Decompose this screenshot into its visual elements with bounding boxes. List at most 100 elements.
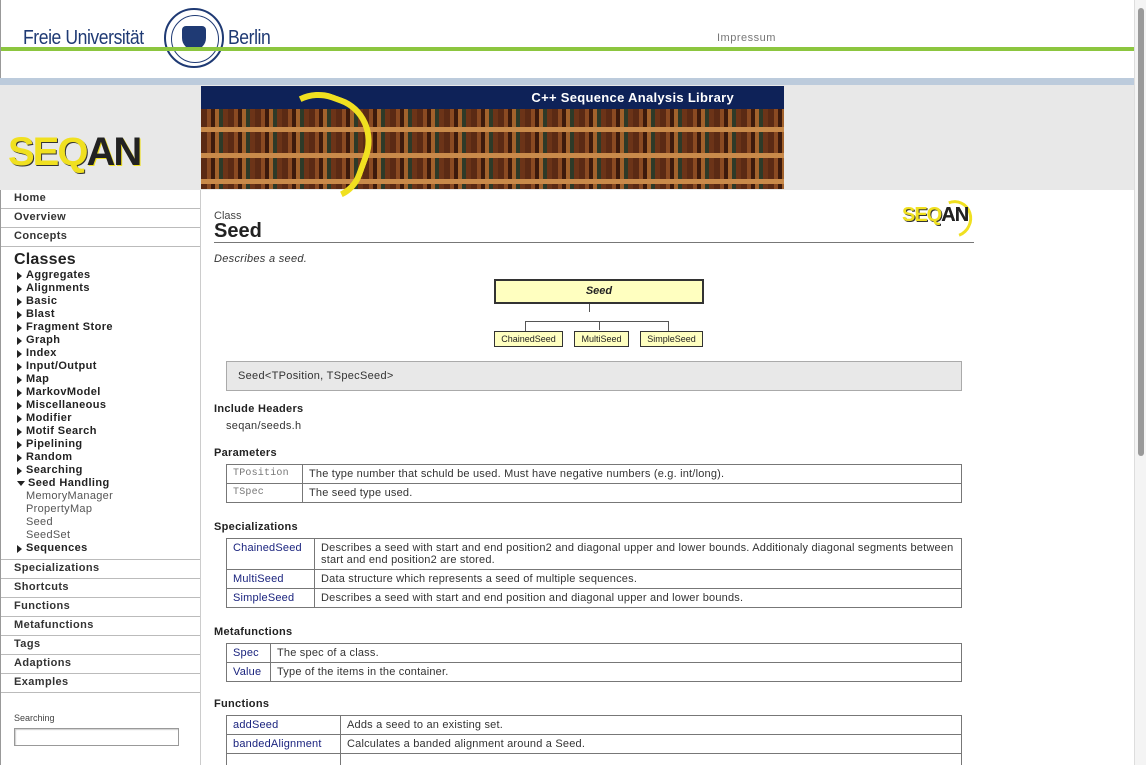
triangle-right-icon[interactable] (17, 427, 22, 436)
diagram-root-node[interactable]: Seed (494, 279, 704, 304)
class-group-basic[interactable]: Basic (1, 295, 200, 308)
vertical-scrollbar[interactable] (1134, 0, 1146, 765)
diagram-connector (525, 321, 668, 322)
table-row: TPosition The type number that schuld be… (226, 464, 962, 484)
class-group-sequences[interactable]: Sequences (1, 542, 200, 555)
triangle-right-icon[interactable] (17, 310, 22, 319)
specializations-table: ChainedSeed Describes a seed with start … (226, 538, 962, 608)
class-group-seed-handling[interactable]: Seed Handling (1, 477, 200, 490)
triangle-right-icon[interactable] (17, 362, 22, 371)
nav-item-overview[interactable]: Overview (1, 209, 200, 228)
include-header-value: seqan/seeds.h (226, 420, 302, 432)
diagram-child-simpleseed[interactable]: SimpleSeed (640, 331, 703, 347)
table-row: Spec The spec of a class. (226, 643, 962, 663)
class-group-alignments[interactable]: Alignments (1, 282, 200, 295)
function-link-bandedalignment[interactable]: bandedAlignment (226, 734, 341, 754)
seqan-logo[interactable]: SEQAN (8, 130, 142, 175)
diagram-connector (525, 321, 526, 331)
class-link-seed[interactable]: Seed (1, 516, 200, 529)
triangle-right-icon[interactable] (17, 401, 22, 410)
class-signature: Seed<TPosition, TSpecSeed> (226, 361, 962, 391)
class-group-modifier[interactable]: Modifier (1, 412, 200, 425)
metafunction-link-spec[interactable]: Spec (226, 643, 271, 663)
triangle-right-icon[interactable] (17, 271, 22, 280)
class-group-label: Blast (26, 308, 55, 320)
triangle-right-icon[interactable] (17, 453, 22, 462)
class-group-miscellaneous[interactable]: Miscellaneous (1, 399, 200, 412)
triangle-right-icon[interactable] (17, 544, 22, 553)
class-group-blast[interactable]: Blast (1, 308, 200, 321)
sidebar-nav: Home Overview Concepts Classes Aggregates A… (0, 190, 201, 765)
triangle-right-icon[interactable] (17, 297, 22, 306)
header-bottom-bar (0, 78, 1146, 85)
fu-berlin-logo[interactable]: Freie Universität Berlin (23, 6, 276, 70)
nav-item-metafunctions[interactable]: Metafunctions (1, 617, 200, 636)
parameters-table: TPosition The type number that schuld be… (226, 464, 962, 503)
class-group-label: Index (26, 347, 57, 359)
nav-item-concepts[interactable]: Concepts (1, 228, 200, 247)
triangle-right-icon[interactable] (17, 414, 22, 423)
table-row: ChainedSeed Describes a seed with start … (226, 538, 962, 570)
triangle-right-icon[interactable] (17, 388, 22, 397)
function-desc (340, 753, 962, 765)
metafunction-desc: The spec of a class. (270, 643, 962, 663)
metafunction-link-value[interactable]: Value (226, 662, 271, 682)
university-header: Freie Universität Berlin Impressum (0, 0, 1146, 78)
class-link-propertymap[interactable]: PropertyMap (1, 503, 200, 516)
nav-item-examples[interactable]: Examples (1, 674, 200, 693)
classes-heading[interactable]: Classes (1, 247, 200, 269)
spec-link-multiseed[interactable]: MultiSeed (226, 569, 315, 589)
nav-item-functions[interactable]: Functions (1, 598, 200, 617)
diagram-connector (589, 304, 590, 312)
title-divider (214, 242, 974, 243)
nav-item-adaptions[interactable]: Adaptions (1, 655, 200, 674)
param-name: TPosition (226, 464, 303, 484)
university-seal-icon (164, 8, 225, 68)
impressum-link[interactable]: Impressum (717, 32, 776, 44)
class-group-markovmodel[interactable]: MarkovModel (1, 386, 200, 399)
triangle-right-icon[interactable] (17, 336, 22, 345)
class-group-label: Random (26, 451, 73, 463)
class-group-input-output[interactable]: Input/Output (1, 360, 200, 373)
nav-item-tags[interactable]: Tags (1, 636, 200, 655)
class-group-random[interactable]: Random (1, 451, 200, 464)
table-row: TSpec The seed type used. (226, 483, 962, 503)
class-link-memorymanager[interactable]: MemoryManager (1, 490, 200, 503)
function-link[interactable] (226, 753, 341, 765)
nav-item-specializations[interactable]: Specializations (1, 560, 200, 579)
diagram-child-chainedseed[interactable]: ChainedSeed (494, 331, 563, 347)
class-group-motif-search[interactable]: Motif Search (1, 425, 200, 438)
class-group-aggregates[interactable]: Aggregates (1, 269, 200, 282)
triangle-right-icon[interactable] (17, 375, 22, 384)
class-group-label: Map (26, 373, 50, 385)
class-group-label: Sequences (26, 542, 88, 554)
class-group-pipelining[interactable]: Pipelining (1, 438, 200, 451)
triangle-right-icon[interactable] (17, 349, 22, 358)
nav-item-home[interactable]: Home (1, 190, 200, 209)
class-group-searching[interactable]: Searching (1, 464, 200, 477)
nav-item-shortcuts[interactable]: Shortcuts (1, 579, 200, 598)
triangle-right-icon[interactable] (17, 323, 22, 332)
diagram-connector (668, 321, 669, 331)
table-row: bandedAlignment Calculates a banded alig… (226, 734, 962, 754)
triangle-right-icon[interactable] (17, 284, 22, 293)
class-group-fragment-store[interactable]: Fragment Store (1, 321, 200, 334)
triangle-down-icon[interactable] (17, 481, 25, 486)
class-group-label: Searching (26, 464, 83, 476)
class-group-graph[interactable]: Graph (1, 334, 200, 347)
search-input[interactable] (14, 728, 179, 746)
metafunction-desc: Type of the items in the container. (270, 662, 962, 682)
class-group-map[interactable]: Map (1, 373, 200, 386)
scroll-thumb[interactable] (1138, 8, 1144, 456)
spec-link-simpleseed[interactable]: SimpleSeed (226, 588, 315, 608)
class-group-label: Miscellaneous (26, 399, 107, 411)
function-link-addseed[interactable]: addSeed (226, 715, 341, 735)
diagram-child-multiseed[interactable]: MultiSeed (574, 331, 629, 347)
class-group-label: MarkovModel (26, 386, 101, 398)
triangle-right-icon[interactable] (17, 466, 22, 475)
spec-desc: Data structure which represents a seed o… (314, 569, 962, 589)
triangle-right-icon[interactable] (17, 440, 22, 449)
spec-link-chainedseed[interactable]: ChainedSeed (226, 538, 315, 570)
class-group-index[interactable]: Index (1, 347, 200, 360)
class-link-seedset[interactable]: SeedSet (1, 529, 200, 542)
